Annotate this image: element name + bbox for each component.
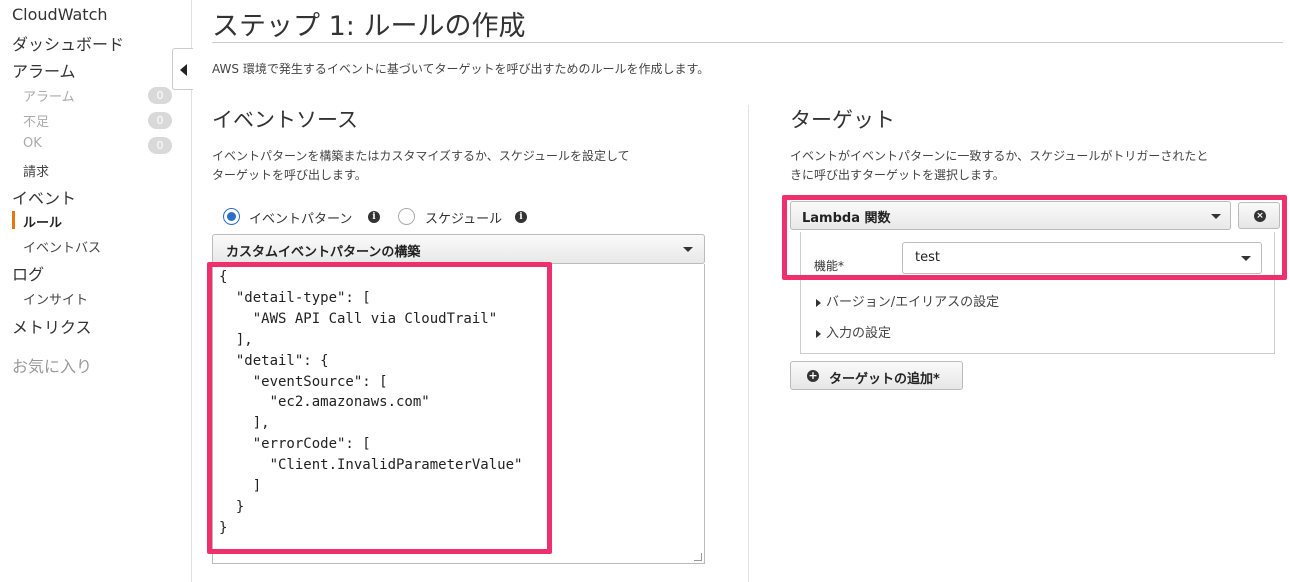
sidebar-item-ok[interactable]: OK xyxy=(23,136,42,151)
event-pattern-editor[interactable]: { "detail-type": [ "AWS API Call via Clo… xyxy=(212,264,705,564)
event-pattern-radio[interactable] xyxy=(223,208,240,225)
target-type-value: Lambda 関数 xyxy=(802,211,891,226)
schedule-label[interactable]: スケジュール xyxy=(425,208,502,227)
input-settings-toggle[interactable]: 入力の設定 xyxy=(816,322,891,341)
ok-count-badge: 0 xyxy=(148,137,172,154)
resize-handle-icon[interactable] xyxy=(694,553,702,561)
caret-right-icon xyxy=(816,298,821,307)
event-source-desc-line1: イベントパターンを構築またはカスタマイズするか、スケジュールを設定して xyxy=(212,149,630,163)
event-pattern-label[interactable]: イベントパターン xyxy=(249,208,352,227)
add-target-button[interactable]: + ターゲットの追加* xyxy=(790,361,963,390)
event-source-description: イベントパターンを構築またはカスタマイズするか、スケジュールを設定して ターゲッ… xyxy=(212,147,630,185)
targets-title: ターゲット xyxy=(790,108,895,132)
sidebar-item-insufficient[interactable]: 不足 xyxy=(23,111,49,130)
sidebar-item-logs[interactable]: ログ xyxy=(12,261,44,285)
sidebar-item-rules[interactable]: ルール xyxy=(23,212,62,231)
collapse-left-icon xyxy=(180,64,187,76)
sidebar-item-alarm-state[interactable]: アラーム xyxy=(23,86,75,105)
title-divider xyxy=(212,42,1283,43)
sidebar-favorites[interactable]: お気に入り xyxy=(12,353,92,377)
sidebar-item-alarms[interactable]: アラーム xyxy=(12,58,76,82)
event-source-title: イベントソース xyxy=(212,108,358,132)
sidebar-item-insights[interactable]: インサイト xyxy=(23,289,88,308)
input-settings-label: 入力の設定 xyxy=(826,326,892,341)
targets-desc-line2: きに呼び出すターゲットを選択します。 xyxy=(790,168,1005,182)
page-title: ステップ 1: ルールの作成 xyxy=(212,11,526,42)
active-indicator xyxy=(12,211,15,229)
chevron-down-icon xyxy=(1241,256,1251,261)
function-label: 機能* xyxy=(814,259,845,273)
alarm-count-badge: 0 xyxy=(148,87,172,104)
target-type-select[interactable]: Lambda 関数 xyxy=(790,201,1231,230)
column-divider xyxy=(748,105,749,582)
targets-desc-line1: イベントがイベントパターンに一致するか、スケジュールがトリガーされたと xyxy=(790,149,1209,163)
event-pattern-json: { "detail-type": [ "AWS API Call via Clo… xyxy=(219,269,523,536)
pattern-type-select[interactable]: カスタムイベントパターンの構築 xyxy=(212,234,705,264)
close-icon: × xyxy=(1254,210,1266,222)
remove-target-button[interactable]: × xyxy=(1238,202,1280,229)
sidebar-item-billing[interactable]: 請求 xyxy=(23,161,49,180)
schedule-radio[interactable] xyxy=(398,208,415,225)
sidebar-item-metrics[interactable]: メトリクス xyxy=(12,314,92,338)
function-select[interactable]: test xyxy=(902,242,1262,274)
page-description: AWS 環境で発生するイベントに基づいてターゲットを呼び出すためのルールを作成し… xyxy=(212,62,710,76)
sidebar-item-events[interactable]: イベント xyxy=(12,185,76,209)
sidebar-collapse-button[interactable] xyxy=(172,48,193,90)
event-source-desc-line2: ターゲットを呼び出します。 xyxy=(212,168,367,182)
sidebar-item-cloudwatch[interactable]: CloudWatch xyxy=(12,5,108,24)
version-alias-toggle[interactable]: バージョン/エイリアスの設定 xyxy=(816,291,999,310)
sidebar-item-dashboards[interactable]: ダッシュボード xyxy=(12,31,124,55)
info-icon[interactable]: i xyxy=(515,211,527,223)
caret-right-icon xyxy=(816,329,821,338)
info-icon[interactable]: i xyxy=(368,211,380,223)
insufficient-count-badge: 0 xyxy=(148,112,172,129)
sidebar-nav: CloudWatch ダッシュボード アラーム アラーム 0 不足 0 OK 0… xyxy=(0,0,192,582)
plus-icon: + xyxy=(807,369,819,382)
version-alias-label: バージョン/エイリアスの設定 xyxy=(826,295,1000,310)
chevron-down-icon xyxy=(1211,214,1221,219)
targets-description: イベントがイベントパターンに一致するか、スケジュールがトリガーされたと きに呼び… xyxy=(790,147,1208,185)
function-value: test xyxy=(915,250,940,265)
add-target-label: ターゲットの追加* xyxy=(829,372,940,387)
pattern-type-value: カスタムイベントパターンの構築 xyxy=(226,245,421,260)
sidebar-item-event-buses[interactable]: イベントバス xyxy=(23,237,101,256)
chevron-down-icon xyxy=(683,247,693,252)
